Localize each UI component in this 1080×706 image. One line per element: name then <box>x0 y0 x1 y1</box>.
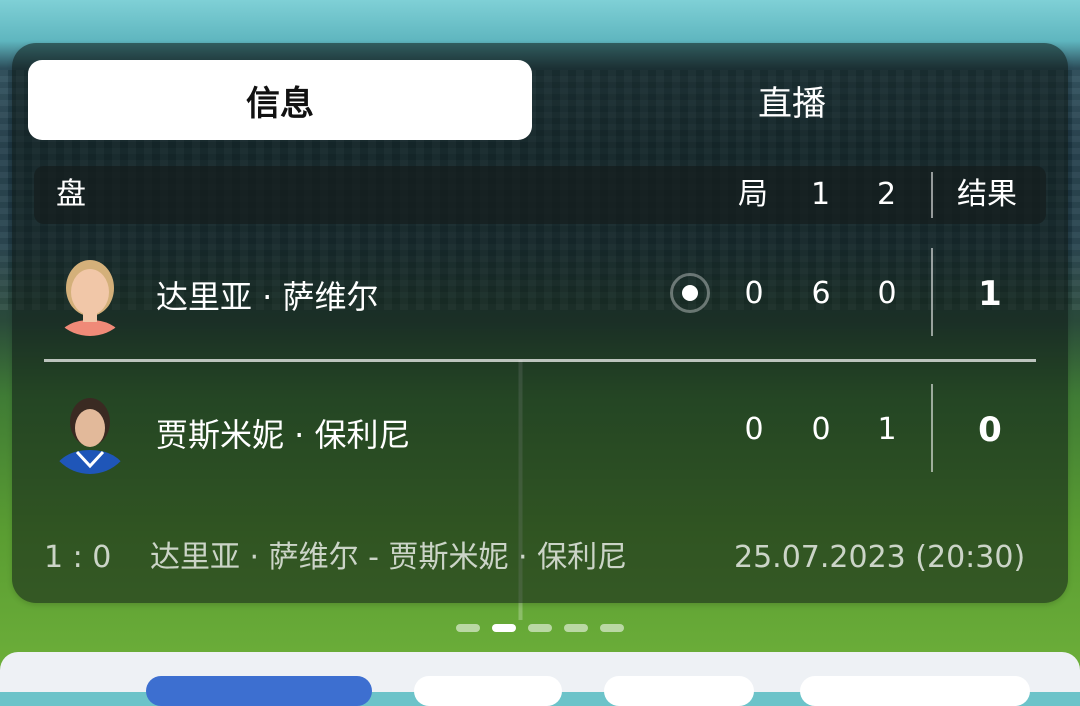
result-divider-2 <box>931 384 933 472</box>
page-dot-active[interactable] <box>492 624 516 632</box>
player1-result: 1 <box>978 274 1002 314</box>
score-header: 盘 局 1 2 结果 <box>34 166 1046 224</box>
player1-name: 达里亚 · 萨维尔 <box>156 278 379 316</box>
player2-set1: 0 <box>811 412 831 447</box>
set-header: 盘 <box>56 177 86 212</box>
player2-avatar <box>47 388 133 474</box>
player2-name: 贾斯米妮 · 保利尼 <box>156 416 411 454</box>
serving-indicator-icon <box>670 273 710 313</box>
player2-set2: 1 <box>877 412 897 447</box>
page-dot[interactable] <box>600 624 624 632</box>
match-datetime: 25.07.2023 (20:30) <box>734 540 1026 575</box>
match-title: 达里亚 · 萨维尔 - 贾斯米妮 · 保利尼 <box>150 540 628 575</box>
tab-info[interactable]: 信息 <box>28 60 532 140</box>
player2-result: 0 <box>978 410 1002 450</box>
set2-header: 2 <box>877 177 897 212</box>
player1-set2: 0 <box>877 276 897 311</box>
bottom-tab-pill[interactable] <box>604 676 754 706</box>
page-dot[interactable] <box>528 624 552 632</box>
header-divider <box>931 172 933 218</box>
set1-header: 1 <box>811 177 831 212</box>
tab-live[interactable]: 直播 <box>532 60 1052 140</box>
game-header: 局 <box>738 177 768 212</box>
tab-bar: 信息 直播 <box>28 60 1052 140</box>
bottom-tab-pill-active[interactable] <box>146 676 372 706</box>
player1-game: 0 <box>744 276 764 311</box>
player-separator <box>44 359 1036 362</box>
player2-game: 0 <box>744 412 764 447</box>
result-header: 结果 <box>957 177 1017 212</box>
bottom-tab-pill[interactable] <box>414 676 562 706</box>
player1-set1: 6 <box>811 276 831 311</box>
match-score: 1 : 0 <box>44 540 112 575</box>
result-divider <box>931 248 933 336</box>
bottom-tab-pill[interactable] <box>800 676 1030 706</box>
page-dot[interactable] <box>564 624 588 632</box>
page-dot[interactable] <box>456 624 480 632</box>
carousel-pagination <box>456 624 624 632</box>
player1-avatar <box>47 250 133 336</box>
